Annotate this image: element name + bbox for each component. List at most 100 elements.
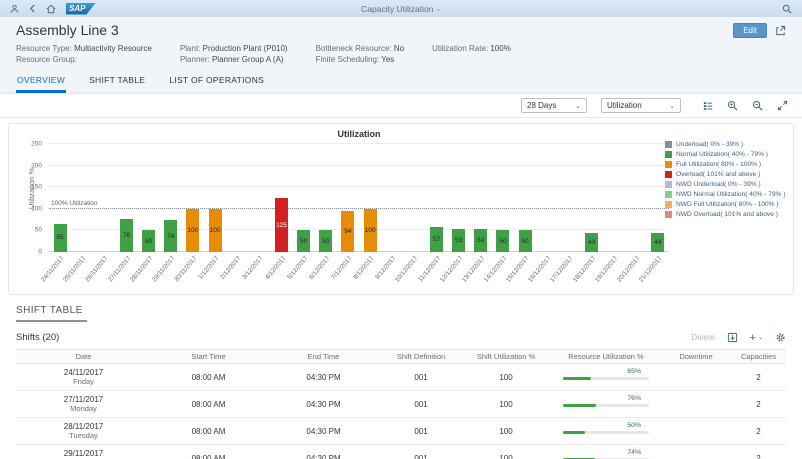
object-page-header: Assembly Line 3 Edit Resource Type: Mult… xyxy=(0,17,802,94)
chart-bar[interactable]: 53 xyxy=(452,229,465,252)
cell-resource-utilization: 76% xyxy=(551,401,661,407)
bar-value-label: 125 xyxy=(276,222,287,229)
bar-value-label: 100 xyxy=(210,227,221,234)
table-row[interactable]: 24/11/2017Friday08:00 AM04:30 PM00110065… xyxy=(16,364,786,391)
cell-resource-utilization: 50% xyxy=(551,428,661,434)
gridline xyxy=(49,143,669,144)
x-tick-label: 16/12/2017 xyxy=(510,255,553,304)
col-shift-utilization[interactable]: Shift Utilization % xyxy=(461,352,551,361)
field-resource-type: Resource Type: Multiactivity Resource xyxy=(16,43,152,54)
x-tick-label: 27/11/2017 xyxy=(89,255,132,304)
table-row[interactable]: 28/11/2017Tuesday08:00 AM04:30 PM0011005… xyxy=(16,418,786,445)
chart-bar[interactable]: 50 xyxy=(142,230,155,252)
search-icon[interactable] xyxy=(782,4,792,14)
legend-color-chip xyxy=(665,181,672,188)
fullscreen-icon[interactable] xyxy=(777,100,788,111)
chart-bar[interactable]: 50 xyxy=(319,230,332,252)
x-axis-labels: 24/11/201725/11/201726/11/201727/11/2017… xyxy=(49,252,669,292)
chart-bar[interactable]: 76 xyxy=(120,219,133,252)
tab-list-of-operations[interactable]: LIST OF OPERATIONS xyxy=(168,72,265,93)
zoom-in-icon[interactable] xyxy=(727,100,738,111)
col-downtime[interactable]: Downtime xyxy=(661,352,731,361)
cell-shift-utilization: 100 xyxy=(461,400,551,409)
chart-bar[interactable]: 50 xyxy=(519,230,532,252)
bar-value-label: 100 xyxy=(187,227,198,234)
x-tick-label: 12/12/2017 xyxy=(421,255,464,304)
cell-capacities: 2 xyxy=(731,373,786,382)
chart-bar[interactable]: 50 xyxy=(297,230,310,252)
y-tick-label: 150 xyxy=(31,184,42,191)
tab-shift-table[interactable]: SHIFT TABLE xyxy=(88,72,146,93)
x-tick-label: 15/12/2017 xyxy=(488,255,531,304)
cell-end-time: 04:30 PM xyxy=(266,373,381,382)
chart-bar[interactable]: 53 xyxy=(474,229,487,252)
cell-resource-utilization: 65% xyxy=(551,374,661,380)
chart-bar[interactable]: 74 xyxy=(164,220,177,252)
bar-value-label: 53 xyxy=(455,237,462,244)
col-shift-definition[interactable]: Shift Definition xyxy=(381,352,461,361)
chart-bar[interactable]: 100 xyxy=(209,209,222,252)
legend-item: NWD Full Utilization( 80% - 100% ) xyxy=(665,200,787,210)
cell-capacities: 2 xyxy=(731,427,786,436)
cell-shift-definition: 001 xyxy=(381,427,461,436)
col-capacities[interactable]: Capacities xyxy=(731,352,786,361)
header-fields: Resource Type: Multiactivity Resource Re… xyxy=(16,43,786,65)
chart-bar[interactable]: 100 xyxy=(186,209,199,252)
chart-bar[interactable]: 100 xyxy=(364,209,377,252)
chart-bar[interactable]: 57 xyxy=(430,227,443,252)
col-resource-utilization[interactable]: Resource Utilization % xyxy=(551,352,661,361)
chart-bar[interactable]: 65 xyxy=(54,224,67,252)
bar-value-label: 53 xyxy=(477,237,484,244)
chart-bar[interactable]: 94 xyxy=(341,211,354,252)
cell-end-time: 04:30 PM xyxy=(266,454,381,459)
chart-bar[interactable]: 44 xyxy=(651,233,664,252)
share-icon[interactable] xyxy=(775,25,786,36)
table-row[interactable]: 29/11/2017Wednesday08:00 AM04:30 PM00110… xyxy=(16,445,786,459)
plus-icon: + xyxy=(750,333,756,343)
col-end-time[interactable]: End Time xyxy=(266,352,381,361)
edit-button[interactable]: Edit xyxy=(733,23,767,38)
field-bottleneck-resource: Bottleneck Resource: No xyxy=(316,43,405,54)
measure-select[interactable]: Utilization⌄ xyxy=(601,98,681,113)
legend-label: NWD Overload( 101% and above ) xyxy=(676,210,778,220)
col-start-time[interactable]: Start Time xyxy=(151,352,266,361)
delete-button[interactable]: Delete xyxy=(691,333,714,342)
x-tick-label: 8/12/2017 xyxy=(333,255,376,304)
col-date[interactable]: Date xyxy=(16,352,151,361)
chart-plot-area: 050100150200250100% Utilization657650741… xyxy=(49,144,669,252)
table-row[interactable]: 27/11/2017Monday08:00 AM04:30 PM00110076… xyxy=(16,391,786,418)
bar-value-label: 50 xyxy=(300,238,307,245)
app-title[interactable]: Capacity Utilization ⌄ xyxy=(0,3,802,14)
legend-color-chip xyxy=(665,201,672,208)
legend-toggle-icon[interactable] xyxy=(703,101,713,111)
legend-color-chip xyxy=(665,141,672,148)
cell-shift-utilization: 100 xyxy=(461,454,551,459)
chart-bar[interactable]: 43 xyxy=(585,233,598,252)
legend-label: NWD Underload( 0% - 39% ) xyxy=(676,180,761,190)
back-icon[interactable] xyxy=(29,4,36,13)
progress-fill xyxy=(563,431,585,434)
shifts-count-title: Shifts (20) xyxy=(16,332,59,343)
progress-track xyxy=(563,431,649,434)
period-select-value: 28 Days xyxy=(527,101,556,110)
add-button[interactable]: + ⌄ xyxy=(750,333,763,343)
home-icon[interactable] xyxy=(46,4,56,14)
zoom-out-icon[interactable] xyxy=(752,100,763,111)
progress-track xyxy=(563,404,649,407)
export-icon[interactable] xyxy=(727,332,738,343)
tab-overview[interactable]: OVERVIEW xyxy=(16,72,66,93)
cell-shift-definition: 001 xyxy=(381,454,461,459)
field-finite-scheduling: Finite Scheduling: Yes xyxy=(316,54,405,65)
settings-icon[interactable] xyxy=(775,332,786,343)
chart-bar[interactable]: 50 xyxy=(496,230,509,252)
bar-value-label: 57 xyxy=(433,236,440,243)
legend-color-chip xyxy=(665,161,672,168)
table-body: 24/11/2017Friday08:00 AM04:30 PM00110065… xyxy=(16,364,786,459)
x-tick-label: 19/12/2017 xyxy=(576,255,619,304)
period-select[interactable]: 28 Days⌄ xyxy=(521,98,587,113)
user-icon[interactable] xyxy=(10,4,19,14)
chart-bar[interactable]: 125 xyxy=(275,198,288,252)
gridline xyxy=(49,186,669,187)
legend-item: Underload( 0% - 39% ) xyxy=(665,140,787,150)
y-tick-label: 0 xyxy=(38,249,42,256)
